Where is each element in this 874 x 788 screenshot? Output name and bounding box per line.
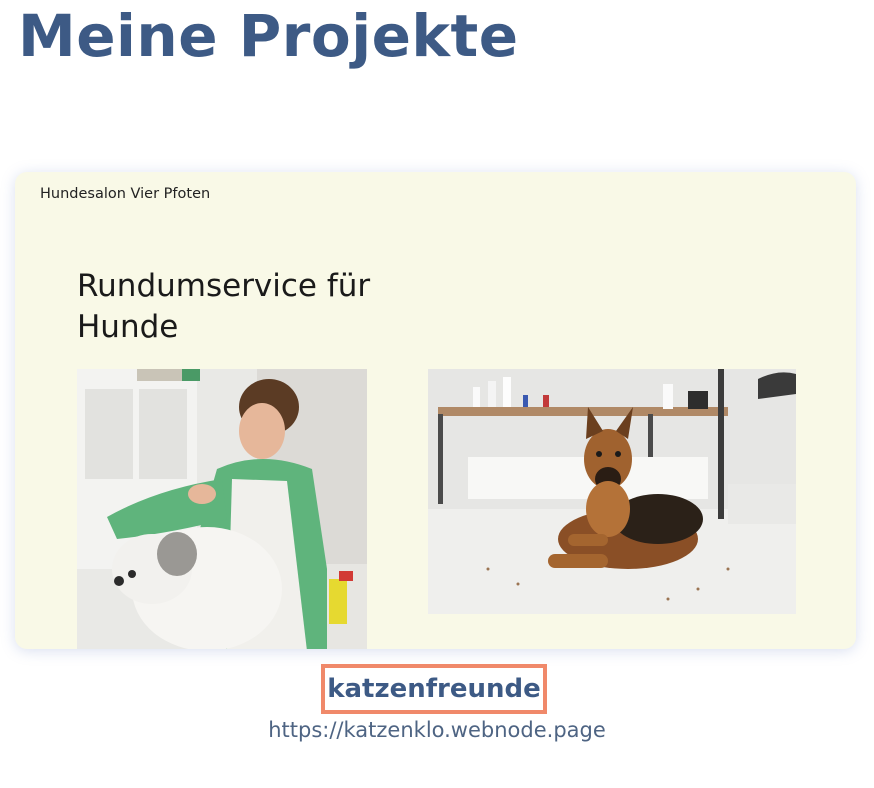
page-title: Meine Projekte — [18, 2, 519, 70]
groomer-with-dog-image — [77, 369, 367, 649]
project-name-link[interactable]: katzenfreunde — [321, 664, 547, 714]
project-name: katzenfreunde — [327, 674, 541, 704]
preview-site-brand: Hundesalon Vier Pfoten — [40, 186, 211, 202]
project-url-link[interactable]: https://katzenklo.webnode.page — [0, 718, 874, 742]
project-preview-card[interactable]: Hundesalon Vier Pfoten Rundumservice für… — [15, 172, 856, 649]
preview-headline: Rundumservice für Hunde — [77, 268, 371, 345]
german-shepherd-image — [428, 369, 796, 614]
